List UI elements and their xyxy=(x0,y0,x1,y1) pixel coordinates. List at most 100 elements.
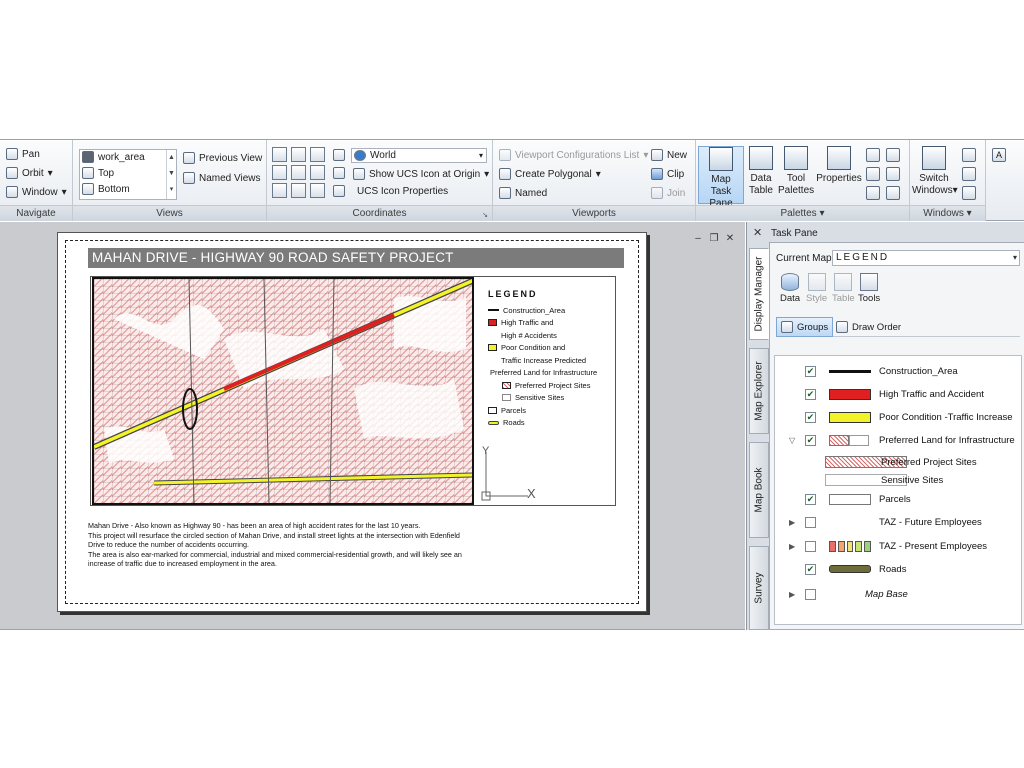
cascade-icon[interactable] xyxy=(962,186,976,200)
task-pane-icon xyxy=(709,147,733,171)
ucs-icon[interactable] xyxy=(291,165,306,180)
map-viewport[interactable] xyxy=(92,277,474,505)
orbit-button[interactable]: Orbit ▾ xyxy=(6,167,53,179)
named-viewports-button[interactable]: Named xyxy=(499,187,547,199)
views-list-item[interactable]: Bottom xyxy=(82,183,130,195)
properties-button[interactable]: Properties xyxy=(816,146,862,204)
views-list[interactable]: work_area Top Bottom ▲ ▼ ▾ xyxy=(79,149,177,200)
legend-road-swatch xyxy=(488,420,499,425)
ucs-icon[interactable] xyxy=(272,165,287,180)
views-list-item[interactable]: Top xyxy=(82,167,114,179)
layer-row[interactable]: ✔ Roads xyxy=(775,559,1021,579)
viewport-configurations-list[interactable]: Viewport Configurations List ▾ xyxy=(499,149,648,161)
layer-visibility-checkbox[interactable]: ✔ xyxy=(805,434,816,446)
data-button[interactable]: Data xyxy=(780,273,800,304)
map-task-pane-button[interactable]: Map Task Pane xyxy=(698,146,744,209)
tool-palettes-button[interactable]: Tool Palettes xyxy=(778,146,814,204)
layer-visibility-checkbox[interactable]: ✔ xyxy=(805,563,816,575)
palette-icon[interactable] xyxy=(866,148,880,162)
expand-arrow-icon[interactable]: ▶ xyxy=(789,518,797,527)
ucs-axis-icon[interactable] xyxy=(333,167,345,179)
views-list-scrollbar[interactable]: ▲ ▼ ▾ xyxy=(166,150,176,199)
ucs-icon[interactable] xyxy=(291,147,306,162)
legend-swatch xyxy=(488,319,497,327)
style-button[interactable]: Style xyxy=(806,273,827,304)
viewports-panel-title: Viewports xyxy=(493,205,695,221)
palettes-panel-title: Palettes ▾ xyxy=(696,205,909,221)
panel-launcher-icon[interactable]: ↘ xyxy=(482,211,488,219)
layer-visibility-checkbox[interactable]: ✔ xyxy=(805,365,816,377)
ucs-icon[interactable] xyxy=(310,147,325,162)
properties-icon xyxy=(827,146,851,170)
join-viewport-button[interactable]: Join xyxy=(651,187,685,199)
show-ucs-icon-button[interactable]: Show UCS Icon at Origin ▾ xyxy=(353,168,489,180)
layer-row[interactable]: ✔ High Traffic and Accident xyxy=(775,384,1021,404)
switch-windows-button[interactable]: Switch Windows▾ xyxy=(912,146,958,204)
views-panel-title: Views xyxy=(73,205,266,221)
text-icon[interactable]: A xyxy=(992,148,1006,162)
map-base-area xyxy=(394,296,466,352)
palette-icon[interactable] xyxy=(866,167,880,181)
layer-row[interactable]: ▶ TAZ - Present Employees xyxy=(775,536,1021,556)
layer-visibility-checkbox[interactable]: ✔ xyxy=(805,411,816,423)
ucs-button-grid[interactable] xyxy=(272,147,326,198)
window-zoom-button[interactable]: Window ▾ xyxy=(6,186,67,198)
groups-button[interactable]: Groups xyxy=(776,317,834,337)
layer-row[interactable]: ▶ TAZ - Future Employees xyxy=(775,512,1021,532)
palette-icon[interactable] xyxy=(886,148,900,162)
current-map-select[interactable]: LEGEND ▾ xyxy=(832,250,1020,266)
close-icon[interactable]: ✕ xyxy=(724,233,736,245)
chevron-down-icon[interactable]: ▾ xyxy=(819,208,824,219)
tab-map-explorer[interactable]: Map Explorer xyxy=(749,348,769,434)
ucs-world-select[interactable]: World ▾ xyxy=(351,148,487,163)
named-views-button[interactable]: Named Views xyxy=(183,172,261,184)
ucs-icon[interactable] xyxy=(272,183,287,198)
expand-arrow-icon[interactable]: ▶ xyxy=(789,542,797,551)
ucs-icon[interactable] xyxy=(291,183,306,198)
tile-horizontal-icon[interactable] xyxy=(962,148,976,162)
tile-vertical-icon[interactable] xyxy=(962,167,976,181)
chevron-down-icon[interactable]: ▾ xyxy=(967,208,972,219)
layer-visibility-checkbox[interactable]: ✔ xyxy=(805,493,816,505)
close-icon[interactable]: ✕ xyxy=(753,226,762,239)
ucs-icon-properties-button[interactable]: UCS Icon Properties xyxy=(357,186,448,197)
layer-row[interactable]: ✔ Poor Condition -Traffic Increase xyxy=(775,407,1021,427)
palette-icon[interactable] xyxy=(866,186,880,200)
expand-arrow-icon[interactable]: ▶ xyxy=(789,590,797,599)
ucs-axis-icon[interactable] xyxy=(333,185,345,197)
previous-view-button[interactable]: Previous View xyxy=(183,152,262,164)
layer-visibility-checkbox[interactable] xyxy=(805,588,816,600)
layer-name: TAZ - Future Employees xyxy=(879,516,982,528)
ucs-axis-icon[interactable] xyxy=(333,149,345,161)
create-polygonal-button[interactable]: Create Polygonal ▾ xyxy=(499,168,601,180)
views-list-item[interactable]: work_area xyxy=(82,151,145,163)
clip-viewport-button[interactable]: Clip xyxy=(651,168,684,180)
palette-icon[interactable] xyxy=(886,186,900,200)
layer-row[interactable]: ▽ ✔ Preferred Land for Infrastructure xyxy=(775,430,1021,450)
restore-icon[interactable]: ❐ xyxy=(708,233,720,245)
layer-row[interactable]: ▶ Map Base xyxy=(775,584,1021,604)
ucs-icon[interactable] xyxy=(310,165,325,180)
pan-button[interactable]: Pan xyxy=(6,148,40,160)
ucs-icon[interactable] xyxy=(272,147,287,162)
draw-order-button[interactable]: Draw Order xyxy=(832,317,905,337)
minimize-icon[interactable]: – xyxy=(692,233,704,245)
table-button[interactable]: Table xyxy=(832,273,855,304)
layer-visibility-checkbox[interactable] xyxy=(805,516,816,528)
layer-row[interactable]: ✔ Parcels xyxy=(775,489,1021,509)
layer-visibility-checkbox[interactable] xyxy=(805,540,816,552)
layer-row[interactable]: ✔ Construction_Area xyxy=(775,361,1021,381)
tab-map-book[interactable]: Map Book xyxy=(749,442,769,538)
tab-survey[interactable]: Survey xyxy=(749,546,769,630)
data-table-button[interactable]: Data Table xyxy=(746,146,776,204)
collapse-arrow-icon[interactable]: ▽ xyxy=(789,436,797,445)
map-legend: LEGEND Construction_Area High Traffic an… xyxy=(488,289,597,429)
tab-display-manager[interactable]: Display Manager xyxy=(749,248,769,340)
layer-style-row[interactable]: Preferred Project Sites xyxy=(775,452,1021,472)
palette-icon[interactable] xyxy=(886,167,900,181)
ucs-icon[interactable] xyxy=(310,183,325,198)
layer-style-row[interactable]: Sensitive Sites xyxy=(775,470,1021,490)
layer-visibility-checkbox[interactable]: ✔ xyxy=(805,388,816,400)
new-viewport-button[interactable]: New xyxy=(651,149,687,161)
tools-button[interactable]: Tools xyxy=(858,273,880,304)
